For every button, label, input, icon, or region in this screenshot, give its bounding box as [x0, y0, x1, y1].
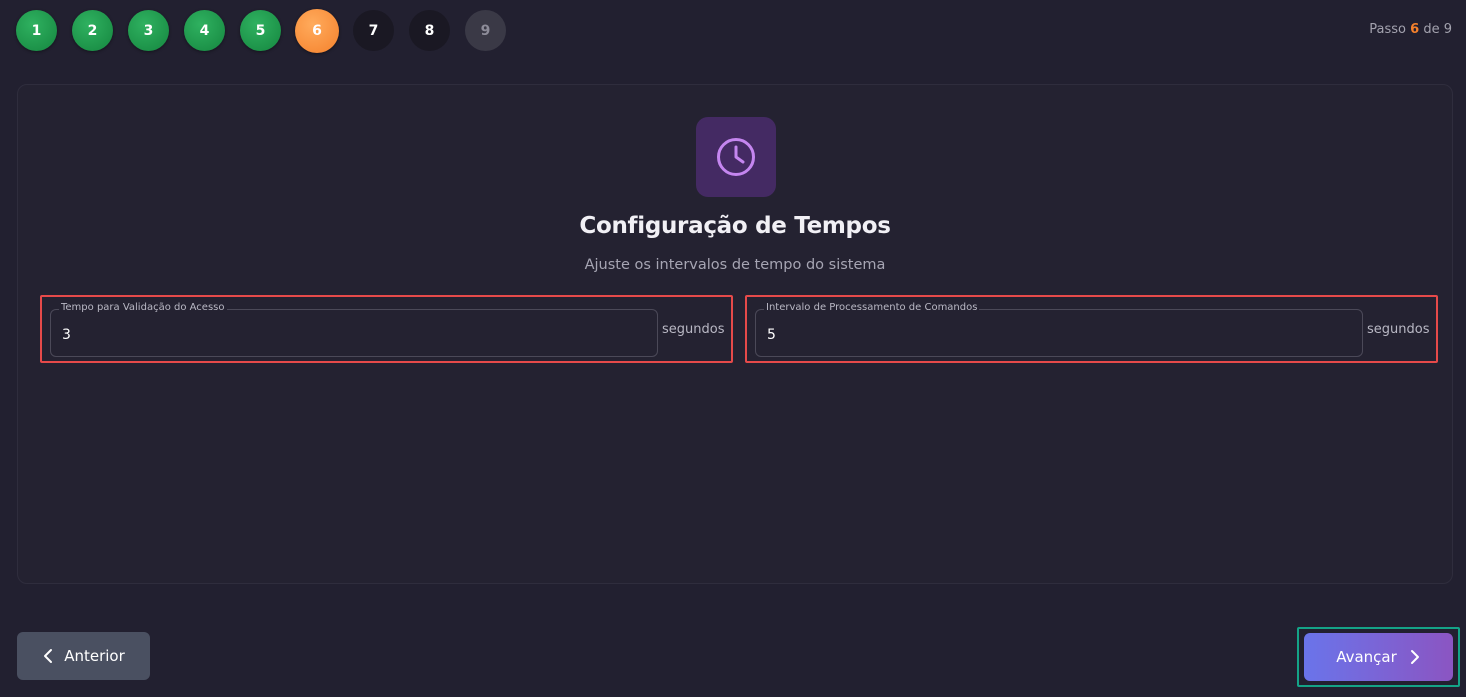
access-validation-group: Tempo para Validação do Acesso segundos: [40, 295, 733, 363]
command-interval-unit: segundos: [1367, 322, 1430, 337]
chevron-right-icon: [1410, 650, 1419, 664]
step-8[interactable]: 8: [409, 10, 450, 51]
chevron-left-icon: [44, 649, 53, 663]
previous-button[interactable]: Anterior: [17, 632, 150, 680]
access-validation-unit: segundos: [662, 322, 725, 337]
access-validation-input[interactable]: [62, 327, 642, 343]
clock-icon: [717, 138, 755, 176]
step-counter-total: 9: [1443, 22, 1452, 37]
step-3[interactable]: 3: [128, 10, 169, 51]
page-subtitle: Ajuste os intervalos de tempo do sistema: [584, 257, 886, 273]
command-interval-input[interactable]: [767, 327, 1347, 343]
step-counter-middle: de: [1423, 22, 1440, 37]
command-interval-field[interactable]: Intervalo de Processamento de Comandos: [755, 302, 1363, 357]
next-button[interactable]: Avançar: [1304, 633, 1453, 681]
command-interval-group: Intervalo de Processamento de Comandos s…: [745, 295, 1438, 363]
settings-card: Configuração de Tempos Ajuste os interva…: [17, 84, 1453, 584]
command-interval-label: Intervalo de Processamento de Comandos: [764, 302, 980, 313]
step-counter: Passo 6 de 9: [1369, 22, 1452, 37]
page-title: Configuração de Tempos: [579, 213, 891, 239]
clock-icon-box: [696, 117, 776, 197]
access-validation-label: Tempo para Validação do Acesso: [59, 302, 227, 313]
step-5[interactable]: 5: [240, 10, 281, 51]
previous-button-label: Anterior: [64, 647, 125, 665]
next-button-highlight: Avançar: [1297, 627, 1460, 687]
step-9[interactable]: 9: [465, 10, 506, 51]
step-1[interactable]: 1: [16, 10, 57, 51]
step-4[interactable]: 4: [184, 10, 225, 51]
step-6[interactable]: 6: [295, 9, 339, 53]
step-counter-current: 6: [1410, 22, 1420, 37]
step-counter-prefix: Passo: [1369, 22, 1406, 37]
step-2[interactable]: 2: [72, 10, 113, 51]
access-validation-field[interactable]: Tempo para Validação do Acesso: [50, 302, 658, 357]
next-button-label: Avançar: [1336, 648, 1397, 666]
step-7[interactable]: 7: [353, 10, 394, 51]
